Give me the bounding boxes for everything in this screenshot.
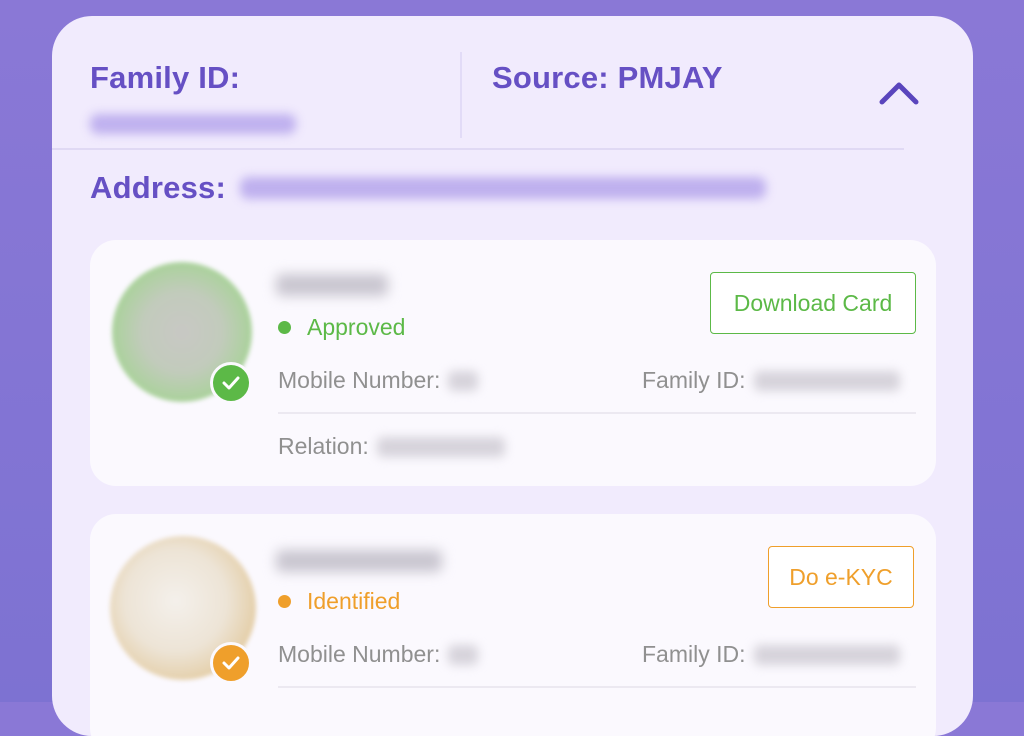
source-label: Source: PMJAY	[492, 60, 723, 95]
member-name-redacted	[276, 550, 442, 572]
mobile-number-label: Mobile Number:	[278, 641, 441, 667]
family-id-value-redacted	[753, 370, 900, 391]
family-id-label: Family ID:	[642, 367, 746, 393]
chevron-up-icon[interactable]	[878, 78, 920, 108]
address-value-redacted	[239, 177, 766, 199]
family-id-section: Family ID:	[90, 60, 296, 139]
relation-value-redacted	[376, 436, 505, 457]
mobile-number-value-redacted	[448, 370, 479, 391]
header-divider	[460, 52, 462, 138]
status-text: Identified	[307, 588, 401, 614]
do-ekyc-button[interactable]: Do e-KYC	[768, 546, 914, 608]
status-badge: Approved	[278, 314, 405, 341]
status-badge: Identified	[278, 588, 400, 615]
family-id-field: Family ID:	[642, 367, 900, 394]
family-id-value-redacted	[753, 644, 900, 665]
status-dot	[278, 595, 291, 608]
member-name-redacted	[276, 274, 388, 296]
mobile-number-field: Mobile Number:	[278, 367, 479, 394]
source-section: Source: PMJAY	[492, 60, 723, 96]
mobile-number-value-redacted	[448, 644, 479, 665]
family-id-value-redacted	[90, 114, 296, 134]
member-card: Identified Do e-KYC Mobile Number: Famil…	[90, 514, 936, 736]
download-card-button-label: Download Card	[733, 289, 893, 316]
mobile-number-label: Mobile Number:	[278, 367, 441, 393]
household-card: Family ID: Source: PMJAY Address: Approv…	[52, 16, 973, 736]
family-id-label: Family ID:	[642, 641, 746, 667]
status-text: Approved	[307, 314, 406, 340]
status-dot	[278, 321, 291, 334]
do-ekyc-button-label: Do e-KYC	[789, 563, 893, 590]
family-id-field: Family ID:	[642, 641, 900, 668]
header-divider-line	[52, 148, 904, 150]
row-divider	[278, 686, 916, 688]
relation-field: Relation:	[278, 433, 505, 460]
address-row: Address:	[90, 170, 766, 206]
family-id-label: Family ID:	[90, 60, 241, 95]
row-divider	[278, 412, 916, 414]
address-label: Address:	[90, 170, 226, 205]
check-icon	[210, 362, 252, 404]
member-card: Approved Download Card Mobile Number: Fa…	[90, 240, 936, 486]
check-icon	[210, 642, 252, 684]
relation-label: Relation:	[278, 433, 369, 459]
mobile-number-field: Mobile Number:	[278, 641, 479, 668]
download-card-button[interactable]: Download Card	[710, 272, 916, 334]
